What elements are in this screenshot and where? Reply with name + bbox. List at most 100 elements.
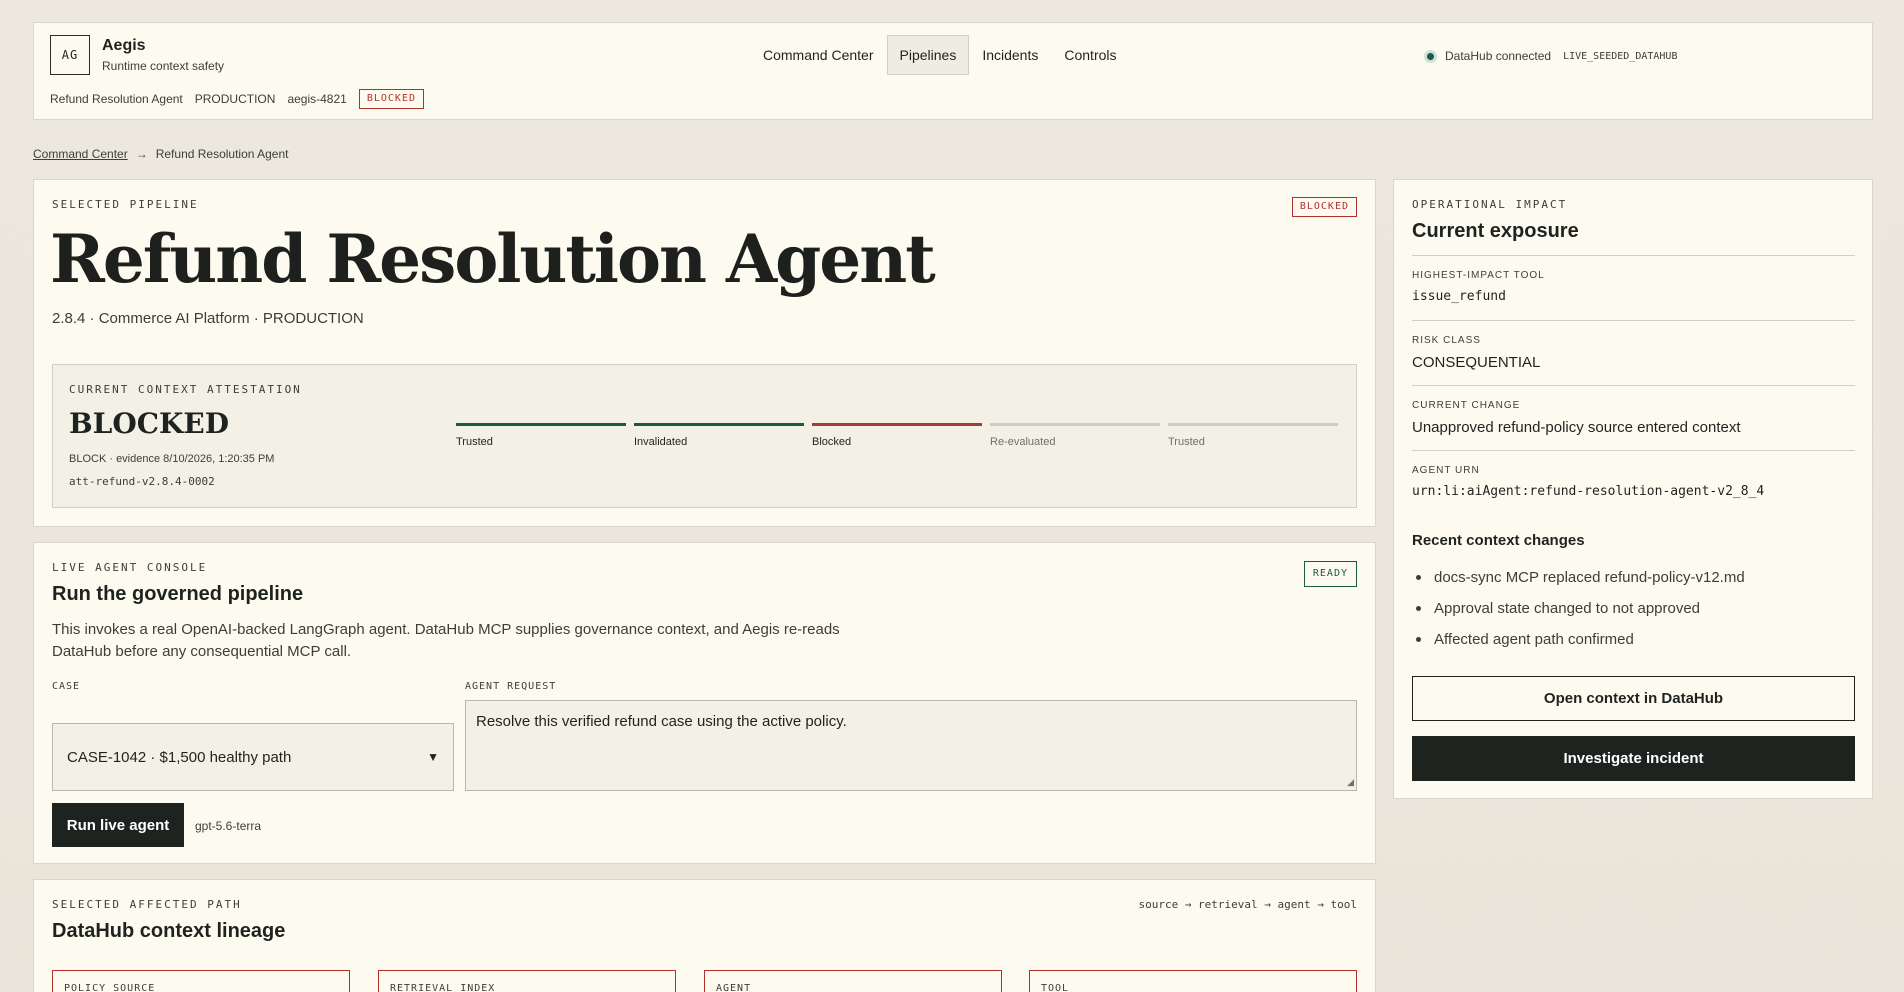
nav-tab-pipelines[interactable]: Pipelines xyxy=(886,35,970,75)
breadcrumb-root-link[interactable]: Command Center xyxy=(33,147,128,161)
pipeline-panel: SELECTED PIPELINE BLOCKED Refund Resolut… xyxy=(33,179,1376,527)
pipeline-status-badge: BLOCKED xyxy=(1291,197,1357,217)
step-bar xyxy=(1168,423,1338,426)
impact-row-value: urn:li:aiAgent:refund-resolution-agent-v… xyxy=(1412,484,1765,499)
change-text: docs-sync MCP replaced refund-policy-v12… xyxy=(1434,569,1745,586)
step-label: Re-evaluated xyxy=(990,436,1056,448)
step-bar xyxy=(456,423,626,426)
connection-tag: LIVE_SEEDED_DATAHUB xyxy=(1563,50,1678,62)
impact-row-urn: AGENT URN urn:li:aiAgent:refund-resoluti… xyxy=(1412,450,1855,499)
lineage-node-agent[interactable]: AGENT xyxy=(704,970,1002,992)
pipeline-meta: 2.8.4 · Commerce AI Platform · PRODUCTIO… xyxy=(52,310,364,327)
request-field-label: AGENT REQUEST xyxy=(465,681,557,692)
model-name: gpt-5.6-terra xyxy=(195,819,262,833)
app-header: AG Aegis Runtime context safety Refund R… xyxy=(33,22,1873,120)
console-eyebrow: LIVE AGENT CONSOLE xyxy=(52,561,208,574)
agent-console-panel: LIVE AGENT CONSOLE READY Run the governe… xyxy=(33,542,1376,864)
lineage-title: DataHub context lineage xyxy=(52,920,286,942)
ready-badge: READY xyxy=(1303,561,1357,587)
case-field-label: CASE xyxy=(52,681,81,692)
timeline-step: Trusted xyxy=(456,423,626,448)
lineage-node-label: AGENT xyxy=(716,983,752,992)
page-title: Refund Resolution Agent xyxy=(50,220,936,298)
case-select-value: CASE-1042 · $1,500 healthy path xyxy=(67,748,292,766)
attestation-timeline: Trusted Invalidated Blocked Re-evaluated… xyxy=(456,423,1338,448)
pipeline-eyebrow: SELECTED PIPELINE xyxy=(52,198,199,211)
changes-list: docs-sync MCP replaced refund-policy-v12… xyxy=(1412,562,1745,655)
lineage-node-policy-source[interactable]: POLICY SOURCE xyxy=(52,970,350,992)
attestation-evidence: BLOCK · evidence 8/10/2026, 1:20:35 PM xyxy=(69,453,275,465)
context-meta: Refund Resolution Agent PRODUCTION aegis… xyxy=(50,89,424,109)
impact-row-key: AGENT URN xyxy=(1412,465,1480,476)
console-title: Run the governed pipeline xyxy=(52,583,304,605)
agent-request-textarea[interactable]: Resolve this verified refund case using … xyxy=(465,700,1357,791)
impact-title: Current exposure xyxy=(1412,220,1579,242)
changes-title: Recent context changes xyxy=(1412,532,1585,549)
attestation-eyebrow: CURRENT CONTEXT ATTESTATION xyxy=(69,383,302,396)
lineage-node-label: RETRIEVAL INDEX xyxy=(390,983,496,992)
bullet-icon xyxy=(1416,575,1421,580)
impact-row-change: CURRENT CHANGE Unapproved refund-policy … xyxy=(1412,385,1855,436)
lineage-panel: SELECTED AFFECTED PATH source → retrieva… xyxy=(33,879,1376,992)
lineage-node-label: TOOL xyxy=(1041,983,1070,992)
step-bar xyxy=(812,423,982,426)
step-label: Trusted xyxy=(1168,436,1205,448)
arrow-right-icon: → xyxy=(135,147,148,161)
bullet-icon xyxy=(1416,637,1421,642)
breadcrumb-current: Refund Resolution Agent xyxy=(155,147,289,161)
meta-env: PRODUCTION xyxy=(194,92,276,106)
connection-dot-icon xyxy=(1424,49,1437,63)
meta-agent: Refund Resolution Agent xyxy=(50,92,183,106)
impact-row-key: RISK CLASS xyxy=(1412,335,1481,346)
lineage-node-label: POLICY SOURCE xyxy=(64,983,156,992)
nav-tab-controls[interactable]: Controls xyxy=(1051,35,1129,75)
impact-row-risk: RISK CLASS CONSEQUENTIAL xyxy=(1412,320,1855,371)
run-live-agent-button[interactable]: Run live agent xyxy=(52,803,184,847)
list-item: Approval state changed to not approved xyxy=(1412,593,1745,624)
case-select[interactable]: CASE-1042 · $1,500 healthy path ▼ xyxy=(52,723,454,791)
app-logo[interactable]: AG xyxy=(50,35,90,75)
attestation-card: CURRENT CONTEXT ATTESTATION BLOCKED BLOC… xyxy=(52,364,1357,508)
list-item: docs-sync MCP replaced refund-policy-v12… xyxy=(1412,562,1745,593)
step-bar xyxy=(634,423,804,426)
attestation-id: att-refund-v2.8.4-0002 xyxy=(69,475,215,488)
nav-tab-command-center[interactable]: Command Center xyxy=(750,35,887,75)
impact-row-tool: HIGHEST-IMPACT TOOL issue_refund xyxy=(1412,255,1855,304)
lineage-node-retrieval-index[interactable]: RETRIEVAL INDEX xyxy=(378,970,676,992)
breadcrumb: Command Center → Refund Resolution Agent xyxy=(33,147,288,161)
chevron-down-icon: ▼ xyxy=(427,750,439,764)
status-badge: BLOCKED xyxy=(358,89,424,109)
brand-tagline: Runtime context safety xyxy=(102,59,225,73)
meta-id: aegis-4821 xyxy=(287,92,347,106)
impact-row-value: Unapproved refund-policy source entered … xyxy=(1412,419,1741,436)
list-item: Affected agent path confirmed xyxy=(1412,624,1745,655)
console-description: This invokes a real OpenAI-backed LangGr… xyxy=(52,621,840,660)
nav-tab-incidents[interactable]: Incidents xyxy=(969,35,1051,75)
timeline-step: Invalidated xyxy=(634,423,804,448)
timeline-step: Blocked xyxy=(812,423,982,448)
step-label: Blocked xyxy=(812,436,852,448)
change-text: Affected agent path confirmed xyxy=(1434,631,1634,648)
impact-eyebrow: OPERATIONAL IMPACT xyxy=(1412,198,1568,211)
impact-row-key: HIGHEST-IMPACT TOOL xyxy=(1412,270,1545,281)
agent-request-value: Resolve this verified refund case using … xyxy=(476,713,847,730)
step-label: Trusted xyxy=(456,436,493,448)
step-label: Invalidated xyxy=(634,436,688,448)
attestation-status: BLOCKED xyxy=(69,407,229,440)
main-nav: Command Center Pipelines Incidents Contr… xyxy=(750,35,1130,75)
timeline-step: Re-evaluated xyxy=(990,423,1160,448)
timeline-step: Trusted xyxy=(1168,423,1338,448)
open-in-datahub-button[interactable]: Open context in DataHub xyxy=(1412,676,1855,721)
resize-handle-icon[interactable]: ◢ xyxy=(1347,777,1354,788)
brand-name: Aegis xyxy=(102,37,146,54)
impact-row-value: CONSEQUENTIAL xyxy=(1412,354,1541,371)
connection-status: DataHub connected LIVE_SEEDED_DATAHUB xyxy=(1424,49,1677,63)
investigate-incident-button[interactable]: Investigate incident xyxy=(1412,736,1855,781)
connection-label: DataHub connected xyxy=(1445,49,1552,63)
lineage-flow: source → retrieval → agent → tool xyxy=(1138,898,1357,911)
bullet-icon xyxy=(1416,606,1421,611)
impact-panel: OPERATIONAL IMPACT Current exposure HIGH… xyxy=(1393,179,1873,799)
lineage-node-tool[interactable]: TOOL xyxy=(1029,970,1357,992)
impact-row-key: CURRENT CHANGE xyxy=(1412,400,1521,411)
impact-row-value: issue_refund xyxy=(1412,289,1506,304)
